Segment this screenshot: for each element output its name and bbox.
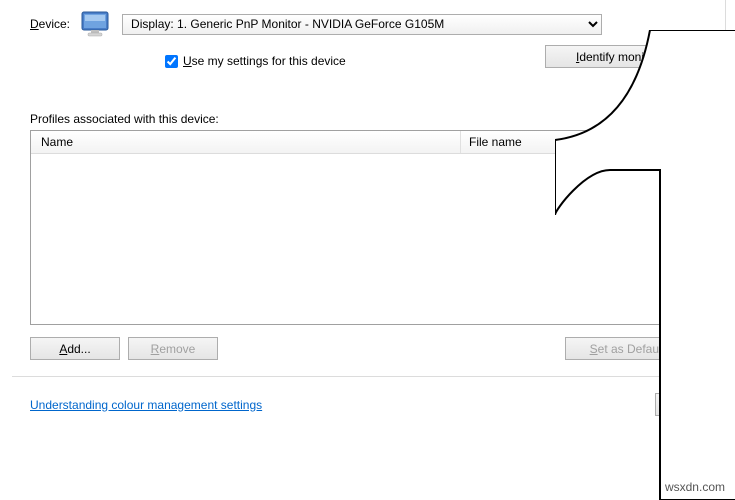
set-default-profile-button[interactable]: Set as Default Pr	[565, 337, 705, 360]
remove-button[interactable]: Remove	[128, 337, 218, 360]
right-border	[725, 0, 735, 500]
profiles-caption: Profiles associated with this device:	[0, 74, 735, 130]
device-dropdown[interactable]: Display: 1. Generic PnP Monitor - NVIDIA…	[122, 14, 602, 35]
column-header-filename[interactable]: File name	[461, 131, 704, 153]
understanding-link[interactable]: Understanding colour management settings	[30, 398, 262, 412]
identify-monitor-button[interactable]: Identify moni	[545, 45, 675, 68]
device-label: Device:	[30, 17, 70, 31]
watermark: wsxdn.com	[665, 480, 725, 494]
use-settings-label[interactable]: Use my settings for this device	[183, 54, 346, 68]
p-button[interactable]: P	[655, 393, 705, 416]
use-settings-checkbox[interactable]	[165, 55, 178, 68]
add-button[interactable]: Add...	[30, 337, 120, 360]
monitor-icon	[80, 8, 112, 40]
profiles-table-header[interactable]: Name File name	[31, 131, 704, 154]
column-header-name[interactable]: Name	[31, 131, 461, 153]
profiles-table[interactable]: Name File name	[30, 130, 705, 325]
